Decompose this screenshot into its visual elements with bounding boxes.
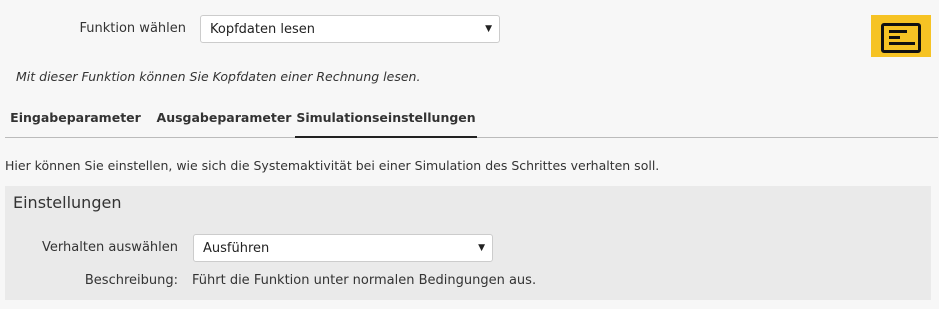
settings-panel: Einstellungen Verhalten auswählen Ausfüh… bbox=[5, 186, 931, 300]
tab-ausgabeparameter[interactable]: Ausgabeparameter bbox=[151, 98, 297, 138]
function-select[interactable]: Kopfdaten lesen ▼ bbox=[200, 15, 500, 43]
tab-eingabeparameter[interactable]: Eingabeparameter bbox=[10, 98, 141, 138]
tab-simulationseinstellungen[interactable]: Simulationseinstellungen bbox=[295, 98, 477, 138]
dropdown-arrow-icon: ▼ bbox=[478, 243, 485, 253]
document-icon bbox=[871, 15, 931, 57]
behavior-label: Verhalten auswählen bbox=[42, 240, 178, 255]
function-row: Funktion wählen Kopfdaten lesen ▼ bbox=[0, 15, 520, 43]
dropdown-arrow-icon: ▼ bbox=[485, 24, 492, 34]
behavior-select-value: Ausführen bbox=[203, 241, 270, 256]
description-label: Beschreibung: bbox=[84, 273, 178, 288]
behavior-select[interactable]: Ausführen ▼ bbox=[193, 234, 493, 262]
settings-title: Einstellungen bbox=[13, 193, 122, 212]
tab-bar: Eingabeparameter Ausgabeparameter Simula… bbox=[5, 98, 938, 138]
document-icon-shape bbox=[881, 23, 921, 53]
function-select-value: Kopfdaten lesen bbox=[210, 22, 315, 37]
info-text: Hier können Sie einstellen, wie sich die… bbox=[5, 158, 660, 173]
description-value: Führt die Funktion unter normalen Beding… bbox=[192, 273, 537, 288]
function-description: Mit dieser Funktion können Sie Kopfdaten… bbox=[16, 69, 421, 84]
function-label: Funktion wählen bbox=[79, 21, 187, 36]
